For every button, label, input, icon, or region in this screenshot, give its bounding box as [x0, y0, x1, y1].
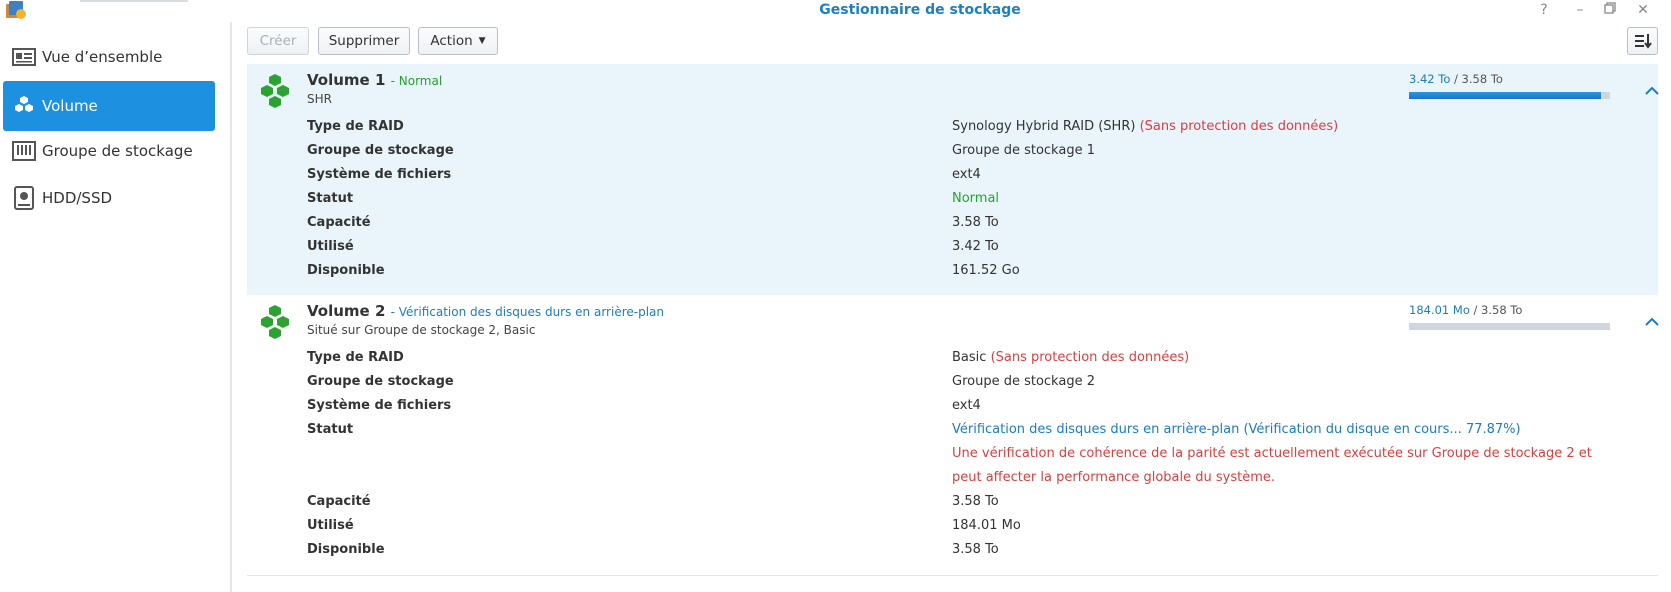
parity-warning-line-1: Une vérification de cohérence de la pari… [952, 446, 1592, 461]
usage-bar [1409, 323, 1610, 330]
volume-cubes-icon [261, 74, 289, 108]
chevron-up-icon[interactable] [1643, 315, 1661, 329]
sidebar-item-volume[interactable]: Volume [3, 81, 215, 131]
hdd-icon [12, 186, 36, 210]
usage-bar-fill [1409, 92, 1601, 99]
sort-button[interactable] [1627, 27, 1658, 55]
raid-note: (Sans protection des données) [990, 350, 1190, 365]
storage-pool-icon [12, 139, 36, 163]
status-value: Normal [952, 191, 1000, 206]
restore-icon[interactable] [1601, 1, 1619, 19]
sidebar-item-label: HDD/SSD [42, 189, 113, 207]
overview-icon [12, 45, 36, 69]
status-value: Vérification des disques durs en arrière… [952, 422, 1521, 437]
raid-type-label: Type de RAID [307, 119, 404, 134]
window-title: Gestionnaire de stockage [819, 2, 1021, 18]
capacity-value: 3.58 To [952, 494, 999, 509]
volume-subtitle: SHR [307, 92, 332, 106]
sidebar: Vue d’ensemble Volume Groupe de stockage… [0, 22, 232, 592]
used-value: 3.42 To [952, 239, 999, 254]
capacity-label: Capacité [307, 215, 371, 230]
volume-cubes-icon [261, 305, 289, 339]
filesystem-label: Système de fichiers [307, 167, 452, 182]
filesystem-value: ext4 [952, 167, 981, 182]
status-label: Statut [307, 422, 354, 437]
chevron-up-icon[interactable] [1643, 84, 1661, 98]
divider [247, 575, 1658, 576]
volume-status-inline: - Vérification des disques durs en arriè… [390, 305, 664, 319]
pool-value: Groupe de stockage 2 [952, 374, 1095, 389]
raid-note: (Sans protection des données) [1139, 119, 1339, 134]
used-value: 184.01 Mo [952, 518, 1021, 533]
volume-subtitle: Situé sur Groupe de stockage 2, Basic [307, 323, 536, 337]
sidebar-item-overview[interactable]: Vue d’ensemble [3, 32, 215, 82]
raid-type-value: Synology Hybrid RAID (SHR) (Sans protect… [952, 119, 1339, 134]
capacity-label: Capacité [307, 494, 371, 509]
caret-down-icon: ▼ [478, 36, 486, 46]
sidebar-item-label: Volume [42, 97, 98, 115]
raid-type-value: Basic (Sans protection des données) [952, 350, 1190, 365]
available-label: Disponible [307, 263, 385, 278]
volume-name: Volume 2 - Vérification des disques durs… [307, 302, 664, 320]
available-label: Disponible [307, 542, 385, 557]
available-value: 161.52 Go [952, 263, 1020, 278]
parity-warning-line-2: peut affecter la performance globale du … [952, 470, 1275, 485]
action-label: Action [430, 33, 473, 49]
close-icon[interactable]: ✕ [1634, 1, 1652, 19]
used-label: Utilisé [307, 518, 354, 533]
help-icon[interactable]: ? [1535, 1, 1553, 19]
volume-usage: 3.42 To / 3.58 To [1409, 72, 1503, 86]
title-bar: Gestionnaire de stockage ? – ✕ [0, 0, 1671, 22]
pool-label: Groupe de stockage [307, 143, 454, 158]
pool-value: Groupe de stockage 1 [952, 143, 1095, 158]
volume-status-inline: - Normal [390, 74, 443, 88]
capacity-value: 3.58 To [952, 215, 999, 230]
volume-usage: 184.01 Mo / 3.58 To [1409, 303, 1523, 317]
sort-icon [1634, 34, 1652, 49]
sidebar-item-label: Vue d’ensemble [42, 48, 163, 66]
available-value: 3.58 To [952, 542, 999, 557]
raid-type-label: Type de RAID [307, 350, 404, 365]
volume-name: Volume 1 - Normal [307, 71, 443, 89]
usage-bar [1409, 92, 1610, 99]
action-dropdown[interactable]: Action ▼ [418, 27, 498, 55]
sidebar-item-storage-pool[interactable]: Groupe de stockage [3, 126, 215, 176]
status-label: Statut [307, 191, 354, 206]
delete-button[interactable]: Supprimer [318, 27, 410, 55]
create-button[interactable]: Créer [247, 27, 309, 55]
used-label: Utilisé [307, 239, 354, 254]
sidebar-item-label: Groupe de stockage [42, 142, 193, 160]
filesystem-value: ext4 [952, 398, 981, 413]
volume-1-panel[interactable]: Volume 1 - Normal SHR 3.42 To / 3.58 To … [247, 64, 1661, 295]
sidebar-item-hdd[interactable]: HDD/SSD [3, 173, 215, 223]
minimize-icon[interactable]: – [1571, 1, 1589, 19]
volume-cubes-icon [12, 94, 36, 118]
filesystem-label: Système de fichiers [307, 398, 452, 413]
volume-2-panel[interactable]: Volume 2 - Vérification des disques durs… [247, 295, 1661, 575]
pool-label: Groupe de stockage [307, 374, 454, 389]
